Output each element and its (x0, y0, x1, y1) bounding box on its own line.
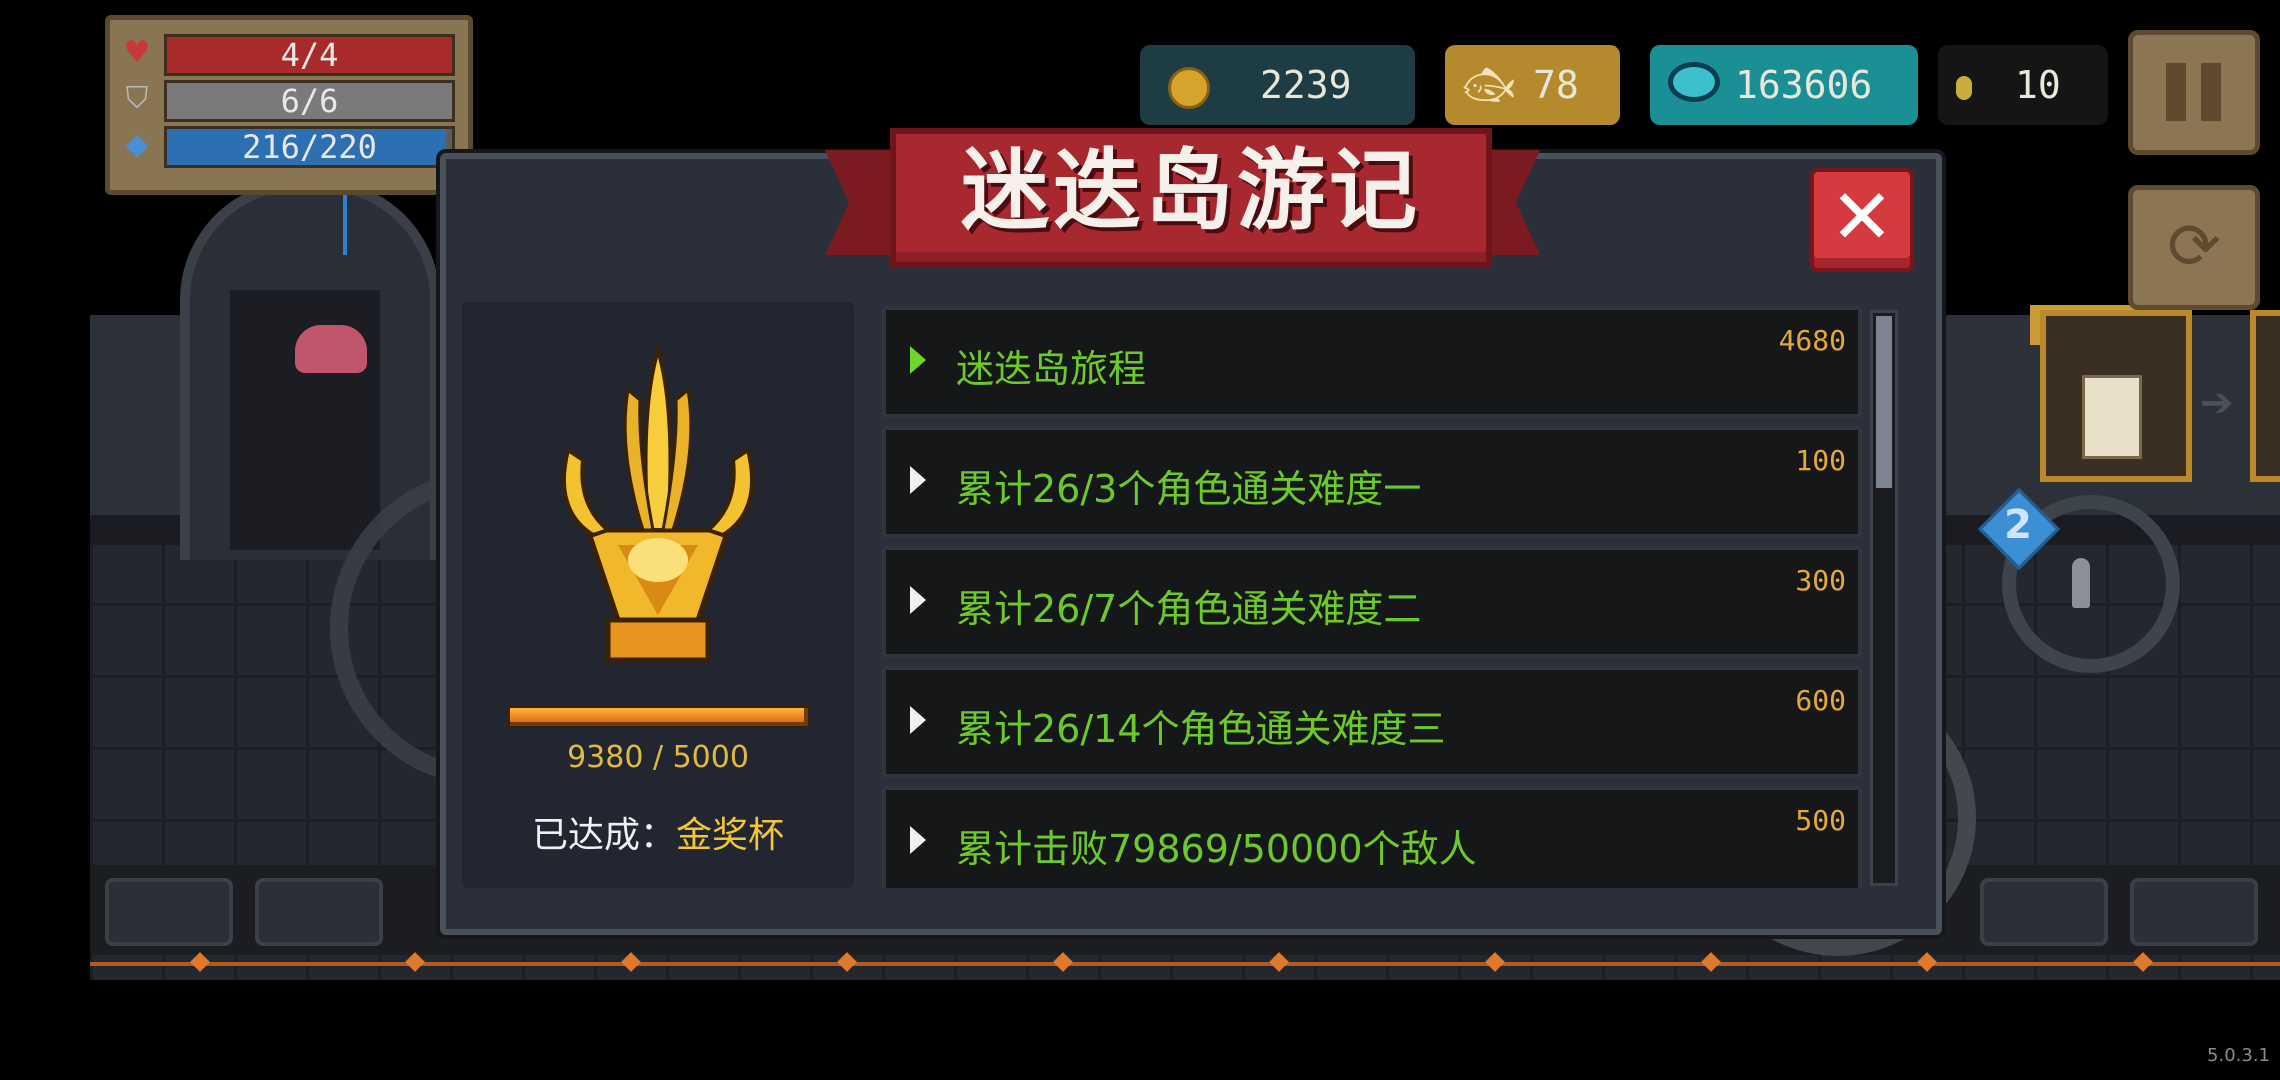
armor-bar: 6/6 (164, 80, 455, 122)
heart-icon: ♥ (123, 35, 151, 70)
achieved-value: 金奖杯 (676, 815, 785, 856)
energy-bar: 216/220 (164, 126, 455, 168)
achievement-points: 100 (1795, 444, 1846, 477)
player-stats-panel: ♥ 4/4 ⛉ 6/6 ◆ 216/220 (105, 15, 473, 195)
energy-diamond-icon: ◆ (125, 127, 149, 162)
swap-character-button[interactable]: ⟳ (2128, 185, 2260, 310)
eye-gem-icon (1668, 62, 1720, 102)
health-bar: 4/4 (164, 34, 455, 76)
weapon-slot-number: 2 (2004, 502, 2032, 548)
version-label: 5.0.3.1 (2207, 1045, 2270, 1066)
trophy-progress-text: 9380 / 5000 (567, 740, 749, 775)
notice-scroll-icon (2082, 375, 2142, 459)
gold-trophy-icon (561, 343, 755, 663)
arrow-right-icon: ➔ (2200, 380, 2234, 426)
pause-button[interactable] (2128, 30, 2260, 155)
health-value: 4/4 (280, 36, 339, 74)
achievement-label: 累计26/3个角色通关难度一 (956, 467, 1422, 511)
achievement-label: 累计26/14个角色通关难度三 (956, 707, 1446, 751)
armor-value: 6/6 (280, 82, 339, 120)
expand-arrow-icon (910, 706, 926, 734)
achievement-points: 300 (1795, 564, 1846, 597)
achievement-row[interactable]: 迷迭岛旅程 4680 (882, 306, 1862, 418)
health-row: ♥ 4/4 (122, 34, 457, 76)
achievement-points: 600 (1795, 684, 1846, 717)
achievement-label: 累计26/7个角色通关难度二 (956, 587, 1422, 631)
floor-tile (1980, 878, 2108, 946)
pause-icon (2166, 63, 2186, 121)
dialog-title: 迷迭岛游记 (960, 139, 1421, 242)
achieved-label: 已达成： (531, 815, 676, 856)
pet-creature (295, 325, 367, 373)
seed-icon (1956, 76, 1972, 100)
achievement-label: 累计击败79869/50000个敌人 (956, 827, 1477, 871)
seed-value: 10 (2015, 63, 2061, 107)
list-scrollbar-thumb[interactable] (1876, 316, 1892, 488)
floor-tile (255, 878, 383, 946)
swap-icon: ⟳ (2167, 210, 2221, 284)
energy-row: ◆ 216/220 (122, 126, 457, 168)
energy-value: 216/220 (242, 128, 377, 166)
expand-arrow-icon (910, 466, 926, 494)
archway-light (343, 195, 347, 255)
gold-coin-icon (1168, 67, 1210, 109)
achievement-points: 4680 (1778, 324, 1846, 357)
armor-row: ⛉ 6/6 (122, 80, 457, 122)
shield-icon: ⛉ (125, 81, 149, 116)
expand-arrow-icon (910, 586, 926, 614)
achievement-row[interactable]: 累计26/14个角色通关难度三 600 (882, 666, 1862, 778)
weapon-icon (2072, 558, 2090, 608)
trophy-progress-fill (510, 708, 804, 722)
achievement-row[interactable]: 累计26/7个角色通关难度二 300 (882, 546, 1862, 658)
achievement-label: 迷迭岛旅程 (956, 347, 1147, 391)
fish-icon: 🐟︎ (1462, 60, 1516, 109)
close-icon: ✕ (1830, 172, 1894, 261)
floor-tile (105, 878, 233, 946)
expand-arrow-icon (910, 826, 926, 854)
achievement-points: 500 (1795, 804, 1846, 837)
achievement-list[interactable]: 迷迭岛旅程 4680 累计26/3个角色通关难度一 100 累计26/7个角色通… (882, 302, 1902, 888)
gems-value: 163606 (1735, 63, 1873, 107)
expand-arrow-icon (910, 346, 926, 374)
achievement-row[interactable]: 累计击败79869/50000个敌人 500 (882, 786, 1862, 888)
floor-tile (2130, 878, 2258, 946)
fish-value: 78 (1533, 63, 1579, 107)
close-button[interactable]: ✕ (1810, 168, 1914, 272)
achievement-row[interactable]: 累计26/3个角色通关难度一 100 (882, 426, 1862, 538)
shop-stall-2 (2250, 310, 2280, 482)
achieved-status: 已达成：金奖杯 (462, 806, 854, 858)
gold-value: 2239 (1260, 63, 1352, 107)
pause-icon (2201, 63, 2221, 121)
